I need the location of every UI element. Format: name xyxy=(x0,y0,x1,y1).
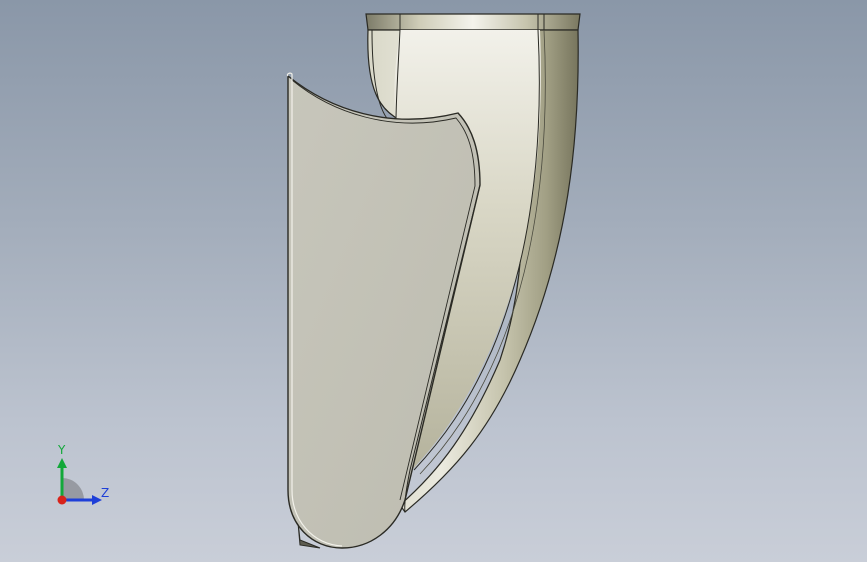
triad-quadrant xyxy=(62,478,84,500)
graphics-viewport[interactable]: Y Z xyxy=(0,0,867,562)
triad-z-label: Z xyxy=(101,486,110,500)
x-axis-dot xyxy=(57,495,67,505)
orientation-triad: Y Z xyxy=(50,440,120,510)
triad-y-label: Y xyxy=(58,443,66,457)
y-axis-arrow xyxy=(57,458,67,468)
top-tube xyxy=(365,13,581,31)
part-model[interactable] xyxy=(0,0,867,562)
